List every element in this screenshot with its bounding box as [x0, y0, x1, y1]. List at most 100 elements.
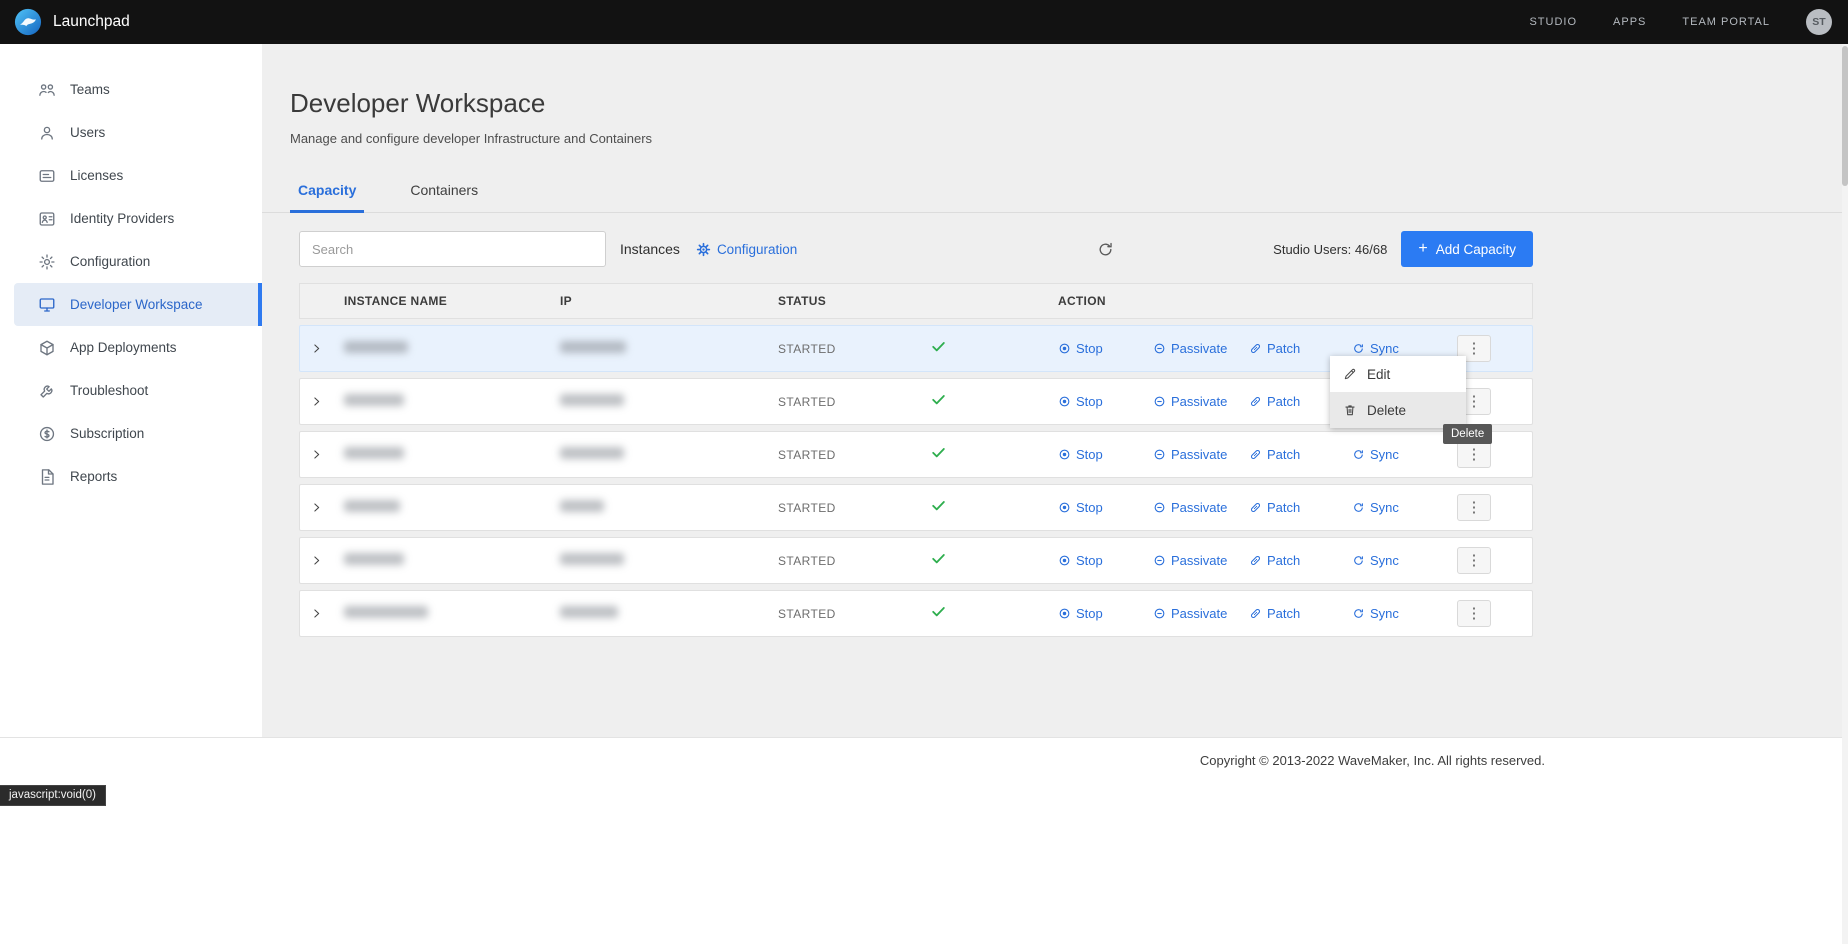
table-row: STARTED Stop Passivate Patch Sync ⋮: [299, 590, 1533, 637]
passivate-action[interactable]: Passivate: [1153, 500, 1249, 515]
delete-tooltip: Delete: [1443, 424, 1492, 444]
scrollbar-thumb[interactable]: [1842, 46, 1848, 186]
expand-row-button[interactable]: [300, 448, 323, 461]
document-icon: [38, 468, 56, 486]
passivate-icon: [1153, 554, 1166, 567]
patch-action[interactable]: Patch: [1249, 606, 1352, 621]
chevron-right-icon: [310, 448, 323, 461]
page-subtitle: Manage and configure developer Infrastru…: [290, 131, 1848, 146]
check-icon: [930, 550, 947, 567]
sidebar-item-label: Identity Providers: [70, 211, 174, 226]
chevron-right-icon: [310, 501, 323, 514]
stop-action[interactable]: Stop: [1058, 606, 1153, 621]
passivate-icon: [1153, 342, 1166, 355]
passivate-action[interactable]: Passivate: [1153, 553, 1249, 568]
identity-card-icon: [38, 210, 56, 228]
refresh-button[interactable]: [1095, 239, 1116, 260]
stop-action[interactable]: Stop: [1058, 500, 1153, 515]
ip-redacted: [560, 606, 618, 618]
menu-item-delete[interactable]: Delete: [1330, 392, 1466, 428]
row-menu-button[interactable]: ⋮: [1457, 441, 1491, 468]
kebab-icon: ⋮: [1467, 606, 1482, 621]
add-capacity-button[interactable]: + Add Capacity: [1401, 231, 1533, 267]
sidebar-item-licenses[interactable]: Licenses: [0, 154, 262, 197]
stop-icon: [1058, 554, 1071, 567]
stop-action[interactable]: Stop: [1058, 341, 1153, 356]
patch-action[interactable]: Patch: [1249, 341, 1352, 356]
kebab-icon: ⋮: [1467, 500, 1482, 515]
stop-action[interactable]: Stop: [1058, 394, 1153, 409]
sync-action[interactable]: Sync: [1352, 447, 1399, 462]
sidebar-item-configuration[interactable]: Configuration: [0, 240, 262, 283]
row-menu-button[interactable]: ⋮: [1457, 600, 1491, 627]
sidebar-item-subscription[interactable]: Subscription: [0, 412, 262, 455]
passivate-action[interactable]: Passivate: [1153, 341, 1249, 356]
expand-row-button[interactable]: [300, 501, 323, 514]
patch-action[interactable]: Patch: [1249, 447, 1352, 462]
sidebar-item-label: Developer Workspace: [70, 297, 203, 312]
sync-icon: [1352, 607, 1365, 620]
capacity-toolbar: Instances Configuration Studio Users: 46…: [299, 231, 1533, 267]
expand-row-button[interactable]: [300, 554, 323, 567]
sidebar-item-reports[interactable]: Reports: [0, 455, 262, 498]
workspace-monitor-icon: [38, 296, 56, 314]
ip-redacted: [560, 553, 624, 565]
sync-action[interactable]: Sync: [1352, 606, 1399, 621]
sync-icon: [1352, 501, 1365, 514]
search-input[interactable]: [299, 231, 606, 267]
sidebar-item-developer-workspace[interactable]: Developer Workspace: [14, 283, 262, 326]
instance-name-redacted: [344, 447, 404, 459]
col-action: ACTION: [1058, 294, 1532, 308]
gear-icon: [38, 253, 56, 271]
menu-item-edit[interactable]: Edit: [1330, 356, 1466, 392]
stop-action[interactable]: Stop: [1058, 553, 1153, 568]
sidebar-item-teams[interactable]: Teams: [0, 68, 262, 111]
configuration-link[interactable]: Configuration: [696, 242, 797, 257]
sidebar-item-label: Configuration: [70, 254, 150, 269]
nav-apps[interactable]: APPS: [1613, 16, 1646, 28]
user-avatar[interactable]: ST: [1806, 9, 1832, 35]
sync-action[interactable]: Sync: [1352, 500, 1399, 515]
chevron-right-icon: [310, 342, 323, 355]
page-title: Developer Workspace: [290, 88, 1848, 119]
sync-action[interactable]: Sync: [1352, 341, 1399, 356]
row-menu-button[interactable]: ⋮: [1457, 547, 1491, 574]
table-header: INSTANCE NAME IP STATUS ACTION: [299, 283, 1533, 319]
dollar-circle-icon: [38, 425, 56, 443]
sidebar-item-label: App Deployments: [70, 340, 177, 355]
patch-icon: [1249, 395, 1262, 408]
copyright-text: Copyright © 2013-2022 WaveMaker, Inc. Al…: [1200, 753, 1545, 768]
gear-icon: [696, 242, 711, 257]
sidebar-item-troubleshoot[interactable]: Troubleshoot: [0, 369, 262, 412]
deployments-cube-icon: [38, 339, 56, 357]
expand-row-button[interactable]: [300, 395, 323, 408]
passivate-action[interactable]: Passivate: [1153, 606, 1249, 621]
top-bar: Launchpad STUDIO APPS TEAM PORTAL ST: [0, 0, 1848, 44]
instance-name-redacted: [344, 341, 408, 353]
row-menu-button[interactable]: ⋮: [1457, 494, 1491, 521]
expand-row-button[interactable]: [300, 342, 323, 355]
teams-icon: [38, 81, 56, 99]
check-icon: [930, 603, 947, 620]
passivate-action[interactable]: Passivate: [1153, 394, 1249, 409]
sidebar-item-users[interactable]: Users: [0, 111, 262, 154]
sync-action[interactable]: Sync: [1352, 553, 1399, 568]
passivate-action[interactable]: Passivate: [1153, 447, 1249, 462]
nav-studio[interactable]: STUDIO: [1529, 16, 1577, 28]
expand-row-button[interactable]: [300, 607, 323, 620]
sidebar-item-app-deployments[interactable]: App Deployments: [0, 326, 262, 369]
patch-action[interactable]: Patch: [1249, 553, 1352, 568]
plus-icon: +: [1418, 241, 1427, 257]
patch-action[interactable]: Patch: [1249, 500, 1352, 515]
passivate-icon: [1153, 501, 1166, 514]
tab-capacity[interactable]: Capacity: [290, 172, 364, 213]
ip-redacted: [560, 500, 604, 512]
sidebar: Teams Users Licenses Identity Providers …: [0, 44, 262, 737]
sidebar-item-label: Licenses: [70, 168, 123, 183]
nav-team-portal[interactable]: TEAM PORTAL: [1682, 16, 1770, 28]
patch-icon: [1249, 448, 1262, 461]
tab-containers[interactable]: Containers: [402, 172, 486, 213]
stop-action[interactable]: Stop: [1058, 447, 1153, 462]
sync-icon: [1352, 554, 1365, 567]
sidebar-item-identity-providers[interactable]: Identity Providers: [0, 197, 262, 240]
